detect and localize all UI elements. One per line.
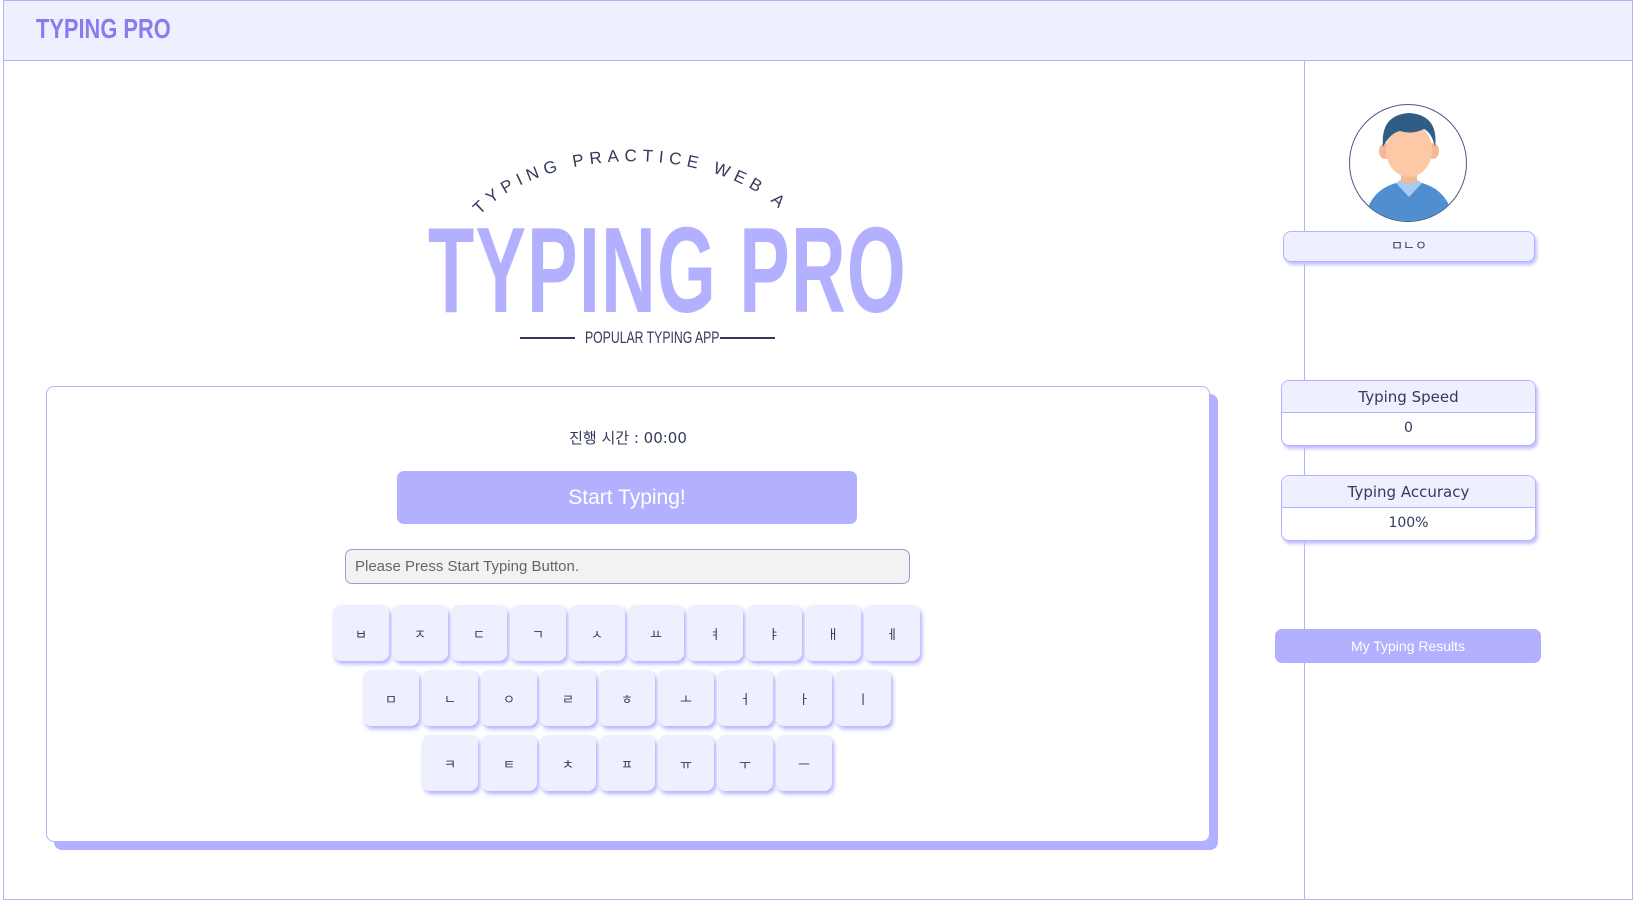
keyboard-key[interactable]: ㅊ: [540, 735, 596, 791]
keyboard-key[interactable]: ㄱ: [510, 605, 566, 661]
keyboard-key[interactable]: ㅏ: [776, 670, 832, 726]
keyboard-key[interactable]: ㅣ: [835, 670, 891, 726]
typing-accuracy-label: Typing Accuracy: [1282, 476, 1535, 508]
logo-subtitle-row: POPULAR TYPING APP: [520, 326, 780, 350]
keyboard-key[interactable]: ㅋ: [422, 735, 478, 791]
divider: [520, 337, 575, 339]
keyboard-key[interactable]: ㅅ: [569, 605, 625, 661]
typing-accuracy-value: 100%: [1388, 515, 1429, 531]
user-name: ㅁㄴㅇ: [1283, 231, 1535, 262]
typing-speed-panel: Typing Speed 0: [1281, 380, 1536, 446]
typing-pro-logo: TYPING PRACTICE WEB APPLICATION TYPING P…: [400, 100, 907, 360]
keyboard-key[interactable]: ㅍ: [599, 735, 655, 791]
keyboard-key[interactable]: ㅁ: [363, 670, 419, 726]
keyboard-key[interactable]: ㅠ: [658, 735, 714, 791]
keyboard-key[interactable]: ㅔ: [864, 605, 920, 661]
keyboard-key[interactable]: ㅌ: [481, 735, 537, 791]
keyboard-row-3: ㅋㅌㅊㅍㅠㅜㅡ: [422, 735, 832, 791]
typing-accuracy-panel: Typing Accuracy 100%: [1281, 475, 1536, 541]
start-typing-button[interactable]: Start Typing!: [397, 471, 857, 524]
typing-speed-label: Typing Speed: [1282, 381, 1535, 413]
keyboard-key[interactable]: ㅕ: [687, 605, 743, 661]
user-avatar: [1349, 104, 1467, 222]
keyboard-key[interactable]: ㅛ: [628, 605, 684, 661]
keyboard-key[interactable]: ㅐ: [805, 605, 861, 661]
keyboard-key[interactable]: ㅎ: [599, 670, 655, 726]
my-typing-results-button[interactable]: My Typing Results: [1275, 629, 1541, 663]
keyboard-key[interactable]: ㅜ: [717, 735, 773, 791]
logo-title: TYPING PRO: [428, 202, 907, 338]
avatar-icon: [1364, 113, 1454, 221]
divider: [720, 337, 775, 339]
typing-card: 진행 시간 : 00:00 Start Typing! ㅂㅈㄷㄱㅅㅛㅕㅑㅐㅔ ㅁ…: [46, 386, 1210, 842]
keyboard-row-2: ㅁㄴㅇㄹㅎㅗㅓㅏㅣ: [363, 670, 891, 726]
typing-speed-value: 0: [1404, 420, 1413, 436]
typing-input[interactable]: [345, 549, 910, 584]
logo-subtitle: POPULAR TYPING APP: [585, 328, 720, 347]
keyboard-key[interactable]: ㅑ: [746, 605, 802, 661]
keyboard-key[interactable]: ㅓ: [717, 670, 773, 726]
keyboard-key[interactable]: ㅇ: [481, 670, 537, 726]
keyboard-key[interactable]: ㄴ: [422, 670, 478, 726]
keyboard-key[interactable]: ㄹ: [540, 670, 596, 726]
keyboard-row-1: ㅂㅈㄷㄱㅅㅛㅕㅑㅐㅔ: [333, 605, 920, 661]
keyboard-key[interactable]: ㅡ: [776, 735, 832, 791]
elapsed-timer: 진행 시간 : 00:00: [569, 429, 687, 447]
header-logo[interactable]: TYPING PRO: [36, 13, 171, 45]
app-header: TYPING PRO: [3, 0, 1633, 61]
keyboard-key[interactable]: ㄷ: [451, 605, 507, 661]
keyboard-key[interactable]: ㅂ: [333, 605, 389, 661]
keyboard-key[interactable]: ㅈ: [392, 605, 448, 661]
keyboard-key[interactable]: ㅗ: [658, 670, 714, 726]
